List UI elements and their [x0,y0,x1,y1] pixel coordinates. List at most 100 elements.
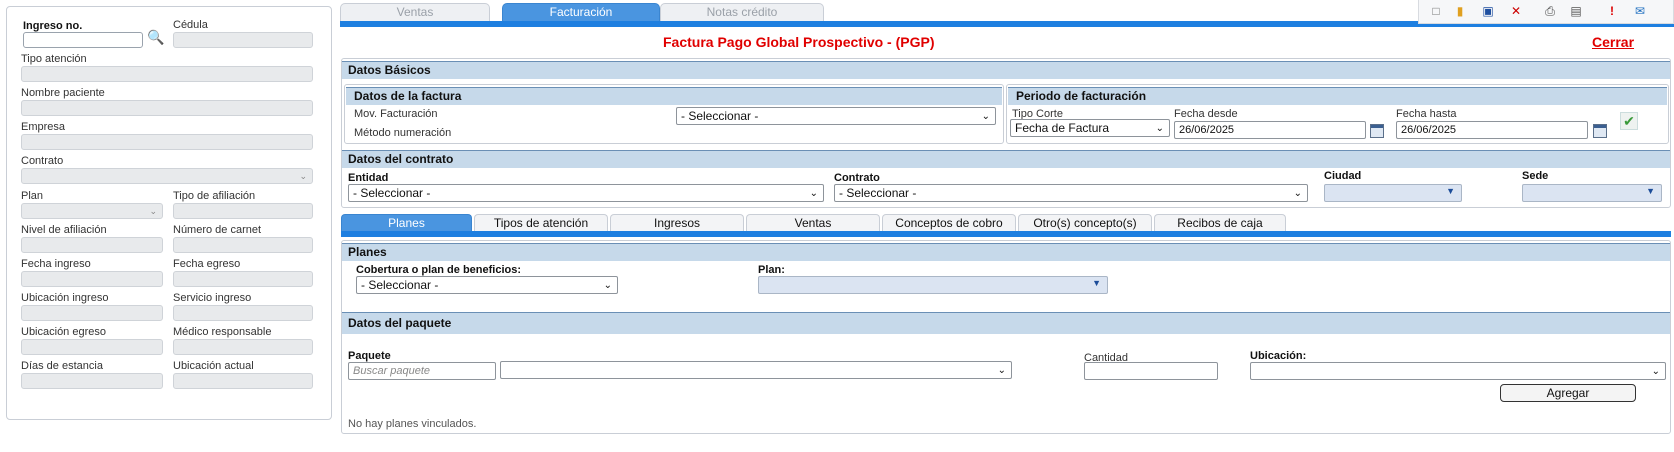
mov-facturacion-select[interactable]: - Seleccionar - ⌄ [676,107,996,125]
copy-icon[interactable]: ▮ [1453,4,1467,18]
tab-notas-credito[interactable]: Notas crédito [660,3,824,21]
planes-section [341,240,1671,434]
triangle-down-icon: ▼ [1446,186,1455,196]
contrato-label: Contrato [21,155,64,167]
tab-ventas-sub[interactable]: Ventas [746,214,880,231]
tab-facturacion[interactable]: Facturación [502,3,660,21]
sede-select[interactable]: ▼ [1522,184,1662,202]
preview-icon[interactable]: ▤ [1569,4,1583,18]
ubicacion-ingreso-label: Ubicación ingreso [21,292,109,304]
fecha-egreso-label: Fecha egreso [173,258,241,270]
calendar-icon[interactable] [1370,124,1384,138]
tipo-afiliacion-label: Tipo de afiliación [173,190,256,202]
ubicacion-actual-label: Ubicación actual [173,360,254,372]
tipo-atencion-label: Tipo atención [21,53,87,65]
chevron-down-icon: ⌄ [981,111,990,122]
medico-responsable-label: Médico responsable [173,326,272,338]
ingreso-input[interactable] [23,32,143,48]
plan-main-label: Plan: [758,264,785,276]
tab-otros-conceptos[interactable]: Otro(s) concepto(s) [1018,214,1152,231]
tab-ventas[interactable]: Ventas [340,3,490,21]
numero-carnet-label: Número de carnet [173,224,262,236]
ubicacion-actual-field [173,373,313,389]
plan-label: Plan [21,190,44,202]
fecha-hasta-input[interactable]: 26/06/2025 [1396,121,1588,139]
datos-factura-heading: Datos de la factura [346,87,1002,105]
ubicacion-label: Ubicación: [1250,350,1307,362]
fecha-desde-input[interactable]: 26/06/2025 [1174,121,1366,139]
tab-ingresos[interactable]: Ingresos [610,214,744,231]
chevron-down-icon: ⌄ [1651,366,1660,377]
check-icon[interactable]: ✔ [1620,112,1638,130]
tipo-atencion-field [21,66,313,82]
triangle-down-icon: ▼ [1646,186,1655,196]
empresa-label: Empresa [21,121,66,133]
chevron-down-icon: ⌄ [1155,123,1164,134]
periodo-heading: Periodo de facturación [1008,87,1667,105]
sede-label: Sede [1522,170,1549,182]
ubicacion-select[interactable]: ⌄ [1250,362,1666,380]
ubicacion-egreso-field [21,339,163,355]
cobertura-label: Cobertura o plan de beneficios: [356,264,522,276]
alert-icon[interactable]: ! [1605,4,1619,18]
cedula-label: Cédula [173,19,208,31]
plan-select[interactable]: ⌄ [21,203,163,219]
empty-message: No hay planes vinculados. [348,418,477,430]
entidad-select[interactable]: - Seleccionar - ⌄ [348,184,824,202]
medico-responsable-field [173,339,313,355]
chevron-down-icon: ⌄ [809,188,818,199]
nivel-afiliacion-label: Nivel de afiliación [21,224,107,236]
cantidad-input[interactable] [1084,362,1218,380]
patient-panel: Ingreso no. 🔍 Cédula Tipo atención Nombr… [6,6,332,420]
chevron-down-icon: ⌄ [603,280,612,291]
chevron-down-icon: ⌄ [997,365,1006,376]
tab-recibos-caja[interactable]: Recibos de caja [1154,214,1286,231]
entidad-label: Entidad [348,172,389,184]
close-link[interactable]: Cerrar [1592,34,1634,50]
ciudad-label: Ciudad [1324,170,1362,182]
search-icon[interactable]: 🔍 [147,29,164,46]
tab-conceptos-cobro[interactable]: Conceptos de cobro [882,214,1016,231]
dias-estancia-field [21,373,163,389]
mov-facturacion-label: Mov. Facturación [354,108,438,120]
subtabs-underline [341,231,1671,237]
delete-icon[interactable]: ✕ [1509,4,1523,18]
paquete-select[interactable]: ⌄ [500,361,1012,379]
paquete-search-input[interactable]: Buscar paquete [348,362,496,380]
contrato-main-select[interactable]: - Seleccionar - ⌄ [834,184,1308,202]
page-title: Factura Pago Global Prospectivo - (PGP) [663,34,935,50]
servicio-ingreso-label: Servicio ingreso [173,292,252,304]
add-button[interactable]: Agregar [1500,384,1636,402]
chevron-down-icon: ⌄ [299,171,307,181]
paquete-label: Paquete [348,350,391,362]
contrato-select[interactable]: ⌄ [21,168,313,184]
contrato-main-label: Contrato [834,172,880,184]
ubicacion-egreso-label: Ubicación egreso [21,326,106,338]
plan-main-select[interactable]: ▼ [758,276,1108,294]
fecha-egreso-field [173,271,313,287]
fecha-desde-label: Fecha desde [1174,108,1238,120]
chevron-down-icon: ⌄ [149,206,157,216]
toolbar: □ ▮ ▣ ✕ ⎙ ▤ ! ✉ [1418,0,1674,24]
tipo-corte-select[interactable]: Fecha de Factura ⌄ [1010,119,1170,137]
new-document-icon[interactable]: □ [1429,4,1443,18]
cobertura-select[interactable]: - Seleccionar - ⌄ [356,276,618,294]
chat-icon[interactable]: ✉ [1633,4,1647,18]
ciudad-select[interactable]: ▼ [1324,184,1462,202]
tab-tipos-atencion[interactable]: Tipos de atención [474,214,608,231]
tab-planes[interactable]: Planes [341,214,472,231]
save-icon[interactable]: ▣ [1481,4,1495,18]
planes-heading: Planes [342,243,1670,261]
chevron-down-icon: ⌄ [1293,188,1302,199]
ubicacion-ingreso-field [21,305,163,321]
nombre-paciente-field [21,100,313,116]
numero-carnet-field [173,237,313,253]
calendar-icon[interactable] [1593,124,1607,138]
servicio-ingreso-field [173,305,313,321]
fecha-ingreso-label: Fecha ingreso [21,258,91,270]
nombre-paciente-label: Nombre paciente [21,87,105,99]
metodo-numeracion-label: Método numeración [354,127,452,139]
paquete-heading: Datos del paquete [342,312,1670,334]
print-icon[interactable]: ⎙ [1543,4,1557,18]
fecha-hasta-label: Fecha hasta [1396,108,1457,120]
